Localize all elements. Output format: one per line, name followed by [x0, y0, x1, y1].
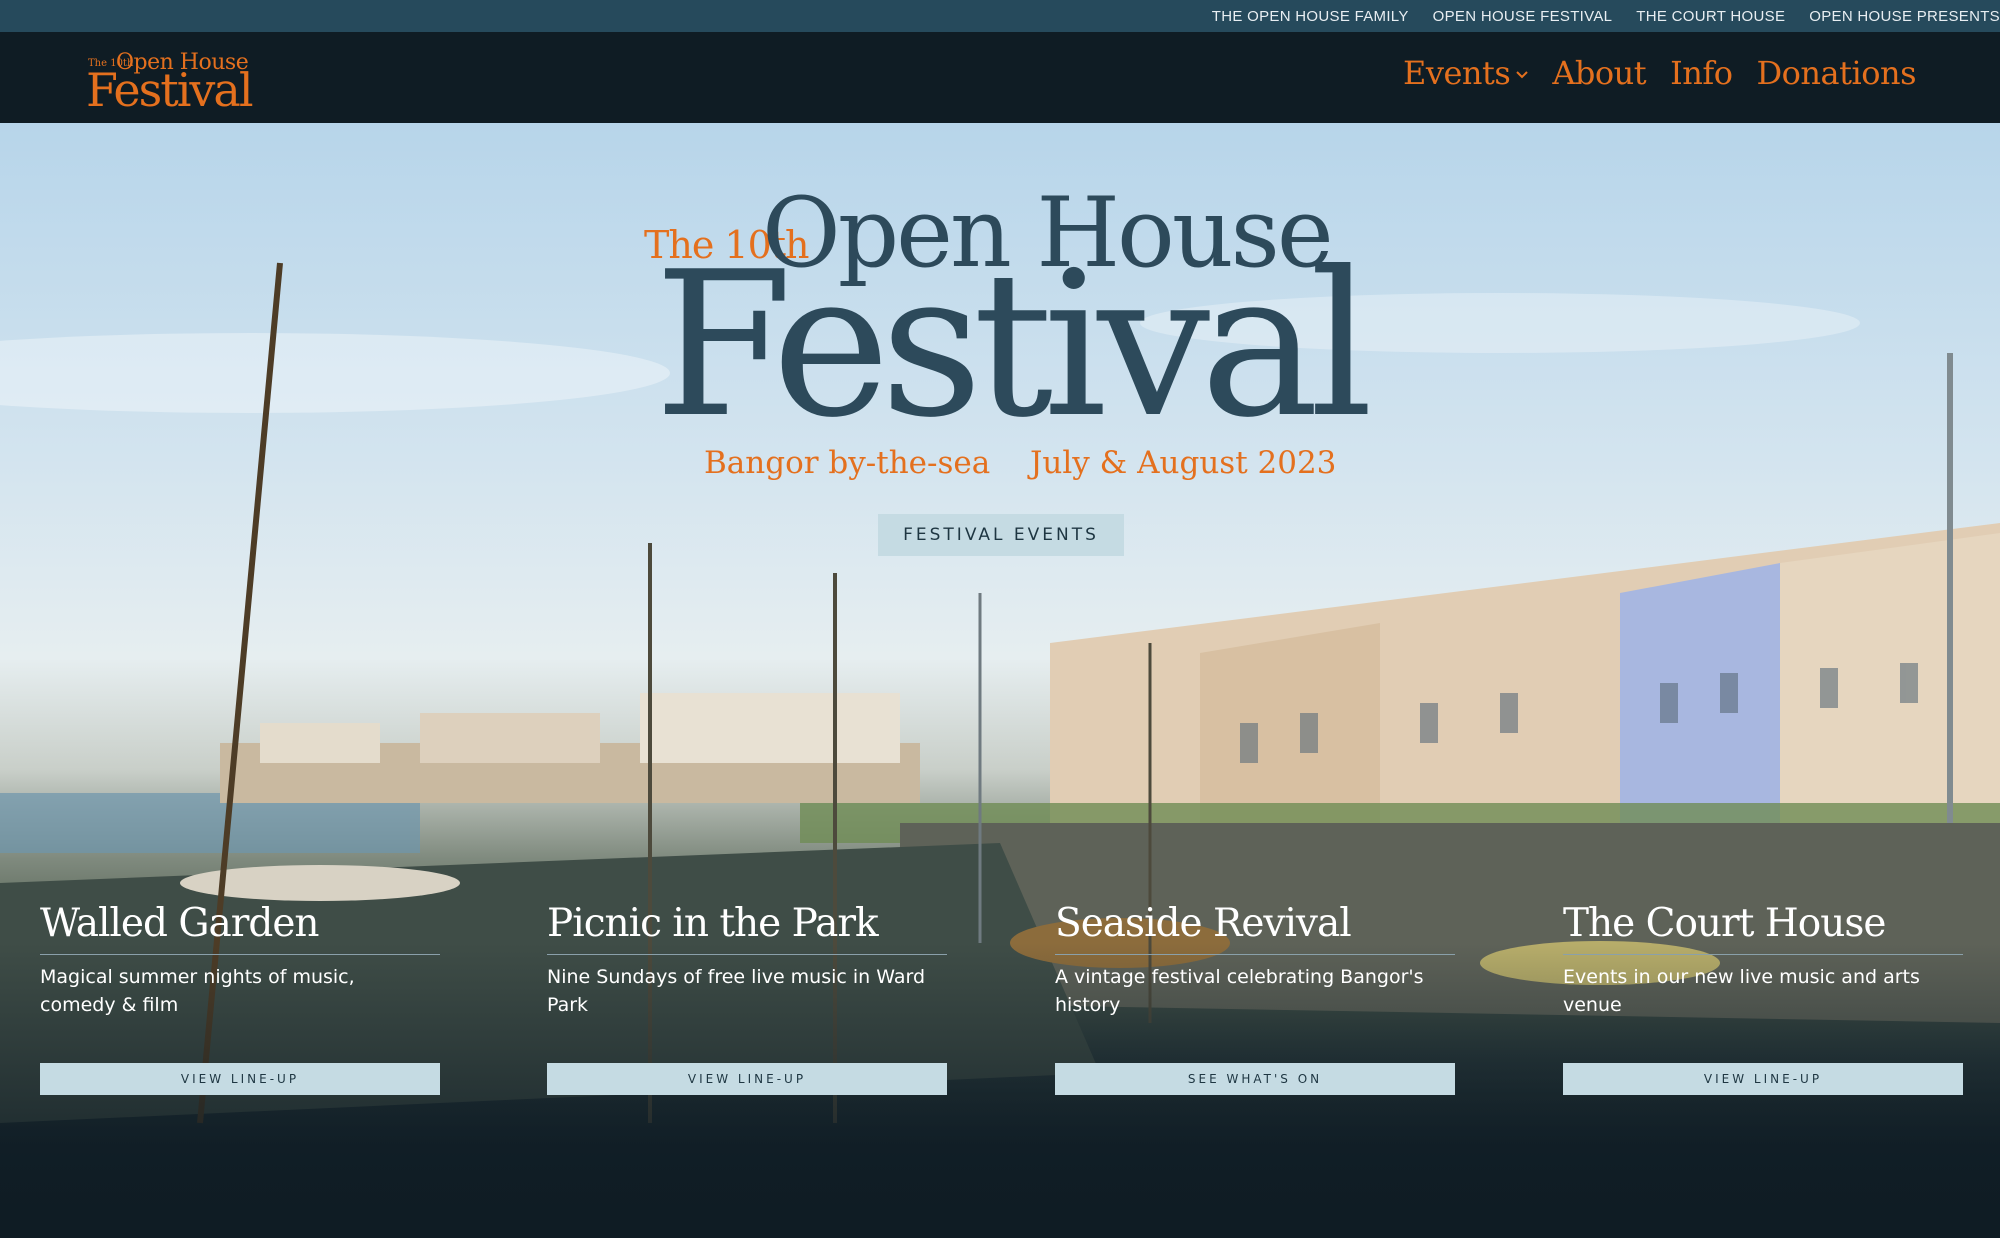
festival-logo[interactable]: The 10th Open House Festival	[86, 44, 256, 114]
card-description: A vintage festival celebrating Bangor's …	[1055, 966, 1424, 1016]
divider	[1563, 954, 1963, 955]
divider	[1055, 954, 1455, 955]
nav-about[interactable]: About	[1552, 54, 1646, 92]
top-utility-bar: THE OPEN HOUSE FAMILY OPEN HOUSE FESTIVA…	[0, 0, 2000, 32]
open-house-presents-link[interactable]: OPEN HOUSE PRESENTS	[1809, 8, 2000, 25]
main-navbar: The 10th Open House Festival Events Abou…	[0, 32, 2000, 123]
card-description: Events in our new live music and arts ve…	[1563, 966, 1920, 1016]
divider	[547, 954, 947, 955]
primary-nav: Events About Info Donations	[1379, 54, 1916, 92]
card-walled-garden: Walled Garden Magical summer nights of m…	[40, 900, 440, 1095]
card-title: The Court House	[1563, 901, 1886, 946]
nav-events[interactable]: Events	[1403, 54, 1529, 92]
logo-festival: Festival	[86, 63, 254, 117]
family-link[interactable]: THE OPEN HOUSE FAMILY	[1212, 8, 1409, 25]
court-house-link[interactable]: THE COURT HOUSE	[1636, 8, 1785, 25]
card-title: Seaside Revival	[1055, 901, 1352, 946]
festival-events-button[interactable]: FESTIVAL EVENTS	[878, 514, 1124, 556]
nav-info[interactable]: Info	[1670, 54, 1733, 92]
see-whats-on-button[interactable]: SEE WHAT'S ON	[1055, 1063, 1455, 1095]
nav-events-label: Events	[1403, 54, 1511, 92]
open-house-festival-link[interactable]: OPEN HOUSE FESTIVAL	[1433, 8, 1613, 25]
card-seaside-revival: Seaside Revival A vintage festival celeb…	[1055, 900, 1455, 1095]
card-the-court-house: The Court House Events in our new live m…	[1563, 900, 1963, 1095]
festival-headline: The 10th Open House Festival Bangor by-t…	[640, 163, 1373, 503]
view-line-up-button[interactable]: VIEW LINE-UP	[1563, 1063, 1963, 1095]
headline-location: Bangor by-the-sea	[704, 445, 991, 481]
divider	[40, 954, 440, 955]
headline-festival: Festival	[654, 229, 1373, 462]
view-line-up-button[interactable]: VIEW LINE-UP	[40, 1063, 440, 1095]
card-title: Walled Garden	[40, 901, 320, 946]
chevron-down-icon	[1516, 71, 1529, 79]
nav-donations[interactable]: Donations	[1757, 54, 1917, 92]
card-description: Magical summer nights of music, comedy &…	[40, 966, 355, 1016]
venue-cards: Walled Garden Magical summer nights of m…	[0, 900, 2000, 1238]
card-picnic-in-the-park: Picnic in the Park Nine Sundays of free …	[547, 900, 947, 1095]
view-line-up-button[interactable]: VIEW LINE-UP	[547, 1063, 947, 1095]
card-description: Nine Sundays of free live music in Ward …	[547, 966, 926, 1016]
card-title: Picnic in the Park	[547, 901, 879, 946]
headline-dates: July & August 2023	[1030, 445, 1337, 481]
